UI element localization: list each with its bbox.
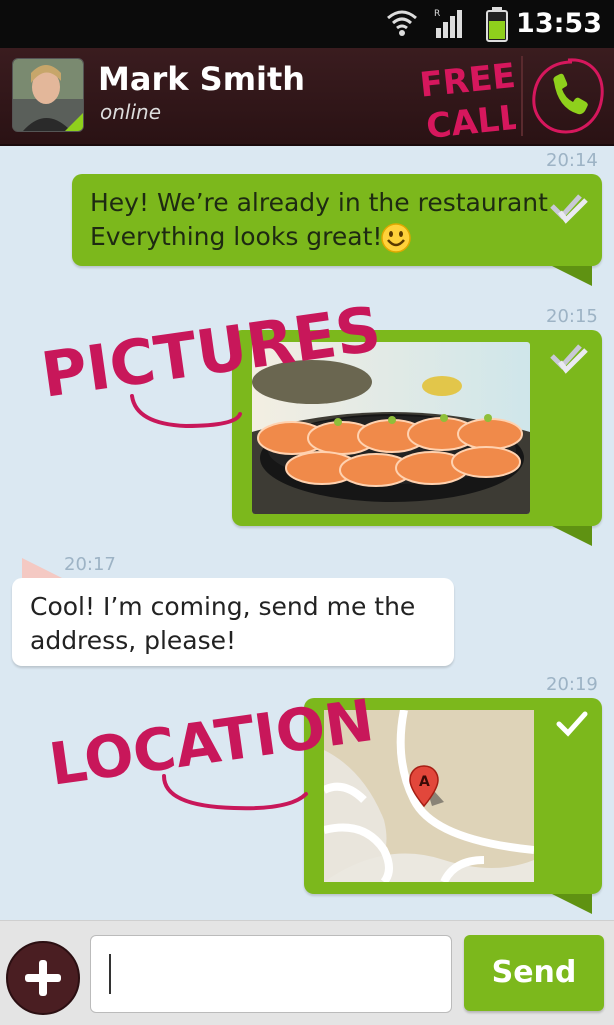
message-text-line1: Cool! I’m coming, send me the bbox=[30, 592, 416, 621]
signal-icon: R bbox=[434, 9, 462, 38]
message-bubble-outgoing[interactable]: Hey! We’re already in the restaurant Eve… bbox=[72, 174, 602, 286]
message-timestamp: 20:14 bbox=[546, 150, 598, 171]
sent-check-icon bbox=[556, 711, 588, 737]
avatar[interactable] bbox=[12, 58, 84, 132]
battery-icon bbox=[486, 7, 508, 42]
clock: 13:53 bbox=[516, 8, 602, 39]
message-timestamp: 20:17 bbox=[64, 554, 116, 575]
send-button[interactable]: Send bbox=[464, 935, 604, 1011]
chat-header: Mark Smith online FREE CALL bbox=[0, 48, 614, 146]
status-bar: R 13:53 bbox=[0, 0, 614, 48]
free-call-label[interactable]: FREE CALL bbox=[416, 54, 516, 140]
message-text-line2: Everything looks great! bbox=[90, 222, 383, 251]
message-text-line1: Hey! We’re already in the restaurant bbox=[90, 188, 548, 217]
compose-bar: Send bbox=[0, 920, 614, 1025]
pictures-annotation-text: PICTURES bbox=[37, 292, 385, 412]
message-input[interactable] bbox=[90, 935, 452, 1013]
header-divider bbox=[521, 56, 523, 136]
contact-status: online bbox=[100, 100, 162, 124]
read-receipt-icon bbox=[550, 194, 588, 224]
message-bubble-incoming[interactable]: Cool! I’m coming, send me the address, p… bbox=[12, 558, 454, 666]
message-timestamp: 20:19 bbox=[546, 674, 598, 695]
wifi-icon bbox=[387, 10, 417, 36]
location-arrow bbox=[162, 774, 308, 811]
read-receipt-icon bbox=[550, 344, 588, 374]
pictures-arrow bbox=[130, 394, 242, 429]
phone-icon bbox=[553, 73, 588, 115]
plus-icon bbox=[25, 960, 61, 996]
location-annotation: LOCATION bbox=[45, 686, 378, 811]
add-attachment-button[interactable] bbox=[6, 941, 80, 1015]
location-annotation-text: LOCATION bbox=[45, 686, 377, 799]
text-caret bbox=[109, 954, 111, 994]
pictures-annotation: PICTURES bbox=[37, 292, 385, 429]
contact-name[interactable]: Mark Smith bbox=[98, 60, 305, 98]
call-button[interactable] bbox=[528, 54, 608, 138]
message-text-line2: address, please! bbox=[30, 626, 237, 655]
message-timestamp: 20:15 bbox=[546, 306, 598, 327]
svg-text:R: R bbox=[434, 9, 440, 19]
svg-text:A: A bbox=[419, 774, 430, 790]
smiley-icon bbox=[381, 223, 411, 253]
